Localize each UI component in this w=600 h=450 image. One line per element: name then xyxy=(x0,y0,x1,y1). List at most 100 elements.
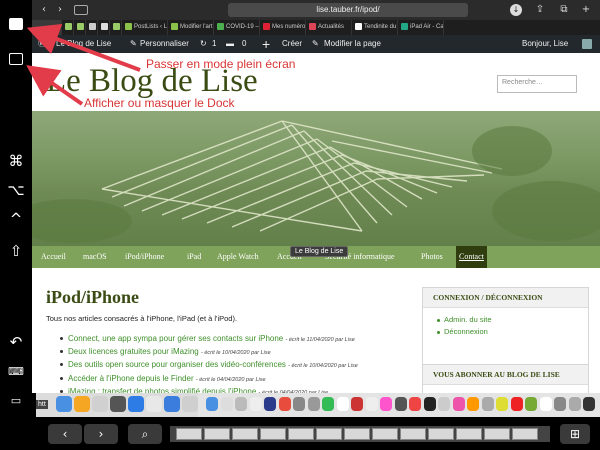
dock-app-icon[interactable] xyxy=(307,397,320,411)
tab-scrubber[interactable] xyxy=(170,426,550,442)
dock-app-icon[interactable] xyxy=(164,396,180,412)
keyboard-icon[interactable]: ⌨ xyxy=(7,364,25,380)
dock-app-icon[interactable] xyxy=(351,397,363,411)
pinned-tab[interactable] xyxy=(62,20,74,35)
wordpress-icon[interactable]: Ⓦ xyxy=(38,35,46,53)
forward-icon[interactable]: › xyxy=(54,4,66,16)
tab-thumbnail[interactable] xyxy=(428,428,454,440)
touchbar-search-icon[interactable]: ⌕ xyxy=(128,424,162,444)
greeting[interactable]: Bonjour, Lise xyxy=(522,35,568,53)
dock-app-icon[interactable] xyxy=(539,397,552,411)
tab-thumbnail[interactable] xyxy=(344,428,370,440)
undo-icon[interactable]: ↶ xyxy=(7,334,25,350)
touchbar-back-icon[interactable]: ‹ xyxy=(48,424,82,444)
tab-active[interactable] xyxy=(32,20,62,35)
comments-count[interactable]: 0 xyxy=(242,35,246,53)
dock-app-icon[interactable] xyxy=(554,397,566,411)
dock-app-icon[interactable] xyxy=(249,397,262,411)
pinned-tab[interactable] xyxy=(110,20,122,35)
dock-app-icon[interactable] xyxy=(264,397,276,411)
avatar[interactable] xyxy=(582,39,592,49)
pinned-tab[interactable] xyxy=(86,20,98,35)
dock-app-icon[interactable] xyxy=(394,397,407,411)
downloads-icon[interactable]: ↓ xyxy=(510,4,522,16)
dock-app-icon[interactable] xyxy=(182,396,198,412)
dock-app-icon[interactable] xyxy=(583,397,595,411)
tab-thumbnail[interactable] xyxy=(512,428,538,440)
dock-app-icon[interactable] xyxy=(452,397,465,411)
dock-app-icon[interactable] xyxy=(438,397,450,411)
dock-app-icon[interactable] xyxy=(278,397,291,411)
tab-thumbnail[interactable] xyxy=(288,428,314,440)
admin-site-name[interactable]: Le Blog de Lise xyxy=(56,35,111,53)
pinned-tab[interactable] xyxy=(74,20,86,35)
post-title-link[interactable]: Deux licences gratuites pour iMazing xyxy=(68,347,199,356)
nav-item[interactable]: Contact xyxy=(456,246,487,268)
dock-app-icon[interactable] xyxy=(56,396,72,412)
dock-app-icon[interactable] xyxy=(293,397,305,411)
nav-item[interactable]: iPad xyxy=(184,246,204,268)
option-icon[interactable]: ⌥ xyxy=(7,182,25,198)
nav-item[interactable]: Photos xyxy=(418,246,446,268)
tab[interactable]: iPad Air - Ca… xyxy=(398,20,444,35)
tab-thumbnail[interactable] xyxy=(372,428,398,440)
search-input[interactable]: Recherche… xyxy=(497,75,577,93)
nav-item[interactable]: Accueil xyxy=(38,246,69,268)
dock-app-icon[interactable] xyxy=(92,396,108,412)
disconnect-icon[interactable]: ▭ xyxy=(7,393,25,409)
dock-app-icon[interactable] xyxy=(146,396,162,412)
dock-app-icon[interactable] xyxy=(568,397,581,411)
dock-app-icon[interactable] xyxy=(336,397,349,411)
tab-thumbnail[interactable] xyxy=(456,428,482,440)
post-title-link[interactable]: Des outils open source pour organiser de… xyxy=(68,360,286,369)
tab-thumbnail[interactable] xyxy=(260,428,286,440)
toggle-dock-icon[interactable] xyxy=(9,53,23,65)
dock-app-icon[interactable] xyxy=(74,396,90,412)
dock-app-icon[interactable] xyxy=(409,397,421,411)
pinned-tab[interactable] xyxy=(98,20,110,35)
new-tab-icon[interactable]: + xyxy=(580,4,592,16)
tab-thumbnail[interactable] xyxy=(316,428,342,440)
tab-thumbnail[interactable] xyxy=(232,428,258,440)
back-icon[interactable]: ‹ xyxy=(38,4,50,16)
post-title-link[interactable]: Connect, une app sympa pour gérer ses co… xyxy=(68,334,283,343)
dock-app-icon[interactable] xyxy=(206,397,218,411)
nav-item[interactable]: macOS xyxy=(80,246,110,268)
dock-app-icon[interactable] xyxy=(235,397,247,411)
edit-page-link[interactable]: Modifier la page xyxy=(324,35,381,53)
dock-app-icon[interactable] xyxy=(510,397,523,411)
nav-item[interactable]: iPod/iPhone xyxy=(122,246,167,268)
tab[interactable]: COVID-19 –… xyxy=(214,20,260,35)
new-link[interactable]: Créer xyxy=(282,35,302,53)
dock-app-icon[interactable] xyxy=(380,397,392,411)
tab[interactable]: Mes numéro… xyxy=(260,20,306,35)
dock-app-icon[interactable] xyxy=(423,397,436,411)
tab-thumbnail[interactable] xyxy=(484,428,510,440)
dock-app-icon[interactable] xyxy=(322,397,334,411)
control-icon[interactable]: ^ xyxy=(7,211,25,227)
updates-count[interactable]: 1 xyxy=(212,35,216,53)
url-bar[interactable]: lise.tauber.fr/ipod/ xyxy=(228,3,468,17)
dock-app-icon[interactable] xyxy=(365,397,378,411)
share-icon[interactable]: ⇪ xyxy=(534,4,546,16)
dock-app-icon[interactable] xyxy=(467,397,479,411)
shift-icon[interactable]: ⇧ xyxy=(7,243,25,259)
tab-thumbnail[interactable] xyxy=(204,428,230,440)
touchbar-forward-icon[interactable]: › xyxy=(84,424,118,444)
dock-app-icon[interactable] xyxy=(481,397,494,411)
dock-app-icon[interactable] xyxy=(128,396,144,412)
tab[interactable]: PostLists ‹ L… xyxy=(122,20,168,35)
widget-link[interactable]: Déconnexion xyxy=(437,326,574,338)
command-icon[interactable]: ⌘ xyxy=(7,153,25,169)
dock-app-icon[interactable] xyxy=(220,397,233,411)
dock-app-icon[interactable] xyxy=(525,397,537,411)
touchbar-newtab-icon[interactable]: ⊞ xyxy=(560,424,590,444)
show-tabs-icon[interactable]: ⧉ xyxy=(558,4,570,16)
fullscreen-icon[interactable] xyxy=(9,18,23,30)
widget-link[interactable]: Admin. du site xyxy=(437,314,574,326)
nav-item[interactable]: Apple Watch xyxy=(214,246,262,268)
dock-app-icon[interactable] xyxy=(496,397,508,411)
sidebar-toggle-icon[interactable] xyxy=(74,5,88,15)
tab[interactable]: Actualités xyxy=(306,20,352,35)
tab-thumbnail[interactable] xyxy=(400,428,426,440)
